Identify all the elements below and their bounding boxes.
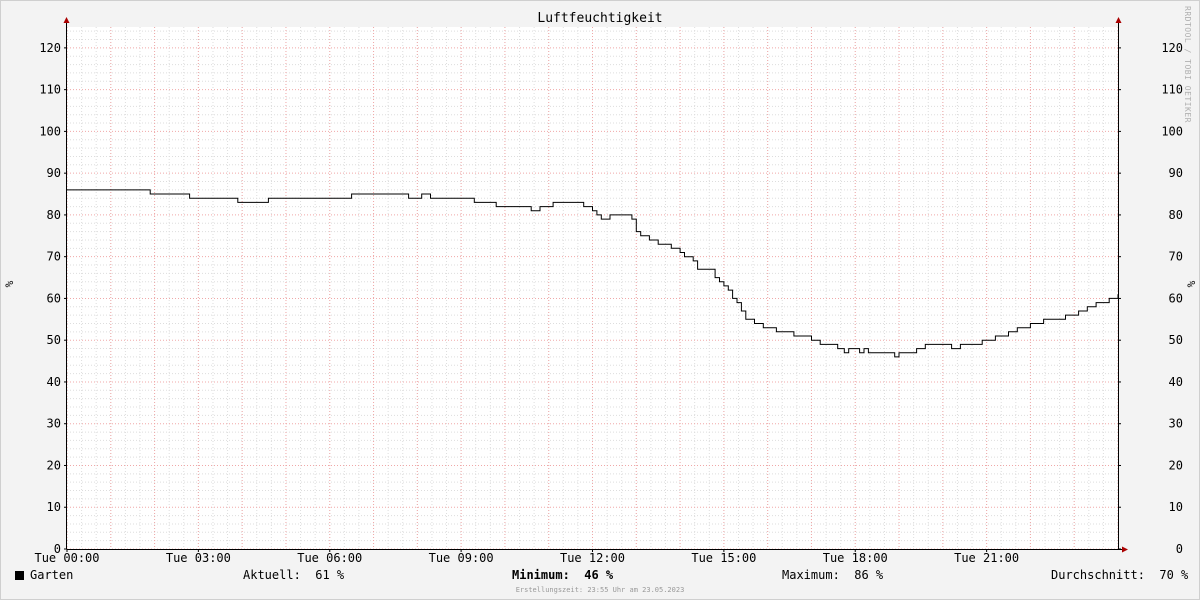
aktuell-value: 61 % <box>315 568 345 582</box>
y-tick-label-right: 110 <box>1161 83 1183 97</box>
y-tick-label-right: 100 <box>1161 124 1183 138</box>
x-tick-label: Tue 21:00 <box>954 551 1019 565</box>
x-tick-label: Tue 15:00 <box>691 551 756 565</box>
y-tick-label-right: 10 <box>1169 500 1183 514</box>
y-tick-label: 10 <box>47 500 61 514</box>
durchschnitt-value: 70 % <box>1159 568 1189 582</box>
y-tick-label-right: 70 <box>1169 250 1183 264</box>
aktuell-label: Aktuell: <box>243 568 301 582</box>
y-tick-label: 90 <box>47 166 61 180</box>
x-axis-arrow <box>1122 546 1128 553</box>
x-tick-label: Tue 06:00 <box>297 551 362 565</box>
y-tick-label: 30 <box>47 417 61 431</box>
y-tick-label-right: 40 <box>1169 375 1183 389</box>
y-tick-label-right: 20 <box>1169 458 1183 472</box>
legend-durchschnitt: Durchschnitt: 70 % <box>1051 568 1188 582</box>
maximum-value: 86 % <box>854 568 884 582</box>
rrdtool-watermark: RRDTOOL / TOBI OETIKER <box>1183 6 1192 123</box>
legend-series-name: Garten <box>30 568 74 582</box>
durchschnitt-label: Durchschnitt: <box>1051 568 1145 582</box>
chart-canvas: 0 010 1020 2030 3040 4050 5060 6070 7080 8090 9010… <box>3 17 1198 565</box>
y-axis-label-right: % <box>1185 280 1198 287</box>
x-tick-label: Tue 12:00 <box>560 551 625 565</box>
y-tick-label: 40 <box>47 375 61 389</box>
chart-title: Luftfeuchtigkeit <box>537 11 663 26</box>
minimum-value: 46 % <box>584 568 614 582</box>
x-tick-label: Tue 00:00 <box>34 551 99 565</box>
y-tick-label: 20 <box>47 458 61 472</box>
legend-aktuell: Aktuell: 61 % <box>243 568 344 582</box>
x-tick-label: Tue 18:00 <box>823 551 888 565</box>
x-tick-label: Tue 03:00 <box>166 551 231 565</box>
maximum-label: Maximum: <box>782 568 840 582</box>
legend-maximum: Maximum: 86 % <box>782 568 883 582</box>
y-tick-label: 60 <box>47 291 61 305</box>
x-tick-label: Tue 09:00 <box>429 551 494 565</box>
y-tick-label-right: 50 <box>1169 333 1183 347</box>
y-tick-label: 120 <box>39 41 61 55</box>
y-tick-label: 50 <box>47 333 61 347</box>
y-tick-label: 80 <box>47 208 61 222</box>
y-tick-label-right: 60 <box>1169 291 1183 305</box>
y-axis-label: % <box>3 280 16 287</box>
y-tick-label: 70 <box>47 250 61 264</box>
y-tick-label-right: 0 <box>1176 542 1183 556</box>
y-tick-label-right: 90 <box>1169 166 1183 180</box>
y-tick-label-right: 120 <box>1161 41 1183 55</box>
y-tick-label-right: 80 <box>1169 208 1183 222</box>
y-tick-label: 110 <box>39 83 61 97</box>
footer-timestamp: Erstellungszeit: 23:55 Uhr am 23.05.2023 <box>515 586 685 594</box>
minimum-label: Minimum: <box>512 568 570 582</box>
y-tick-label: 100 <box>39 124 61 138</box>
legend-series: Garten <box>15 568 73 582</box>
legend-minimum: Minimum: 46 % <box>512 568 613 582</box>
y-tick-label-right: 30 <box>1169 417 1183 431</box>
legend-swatch <box>15 571 24 580</box>
